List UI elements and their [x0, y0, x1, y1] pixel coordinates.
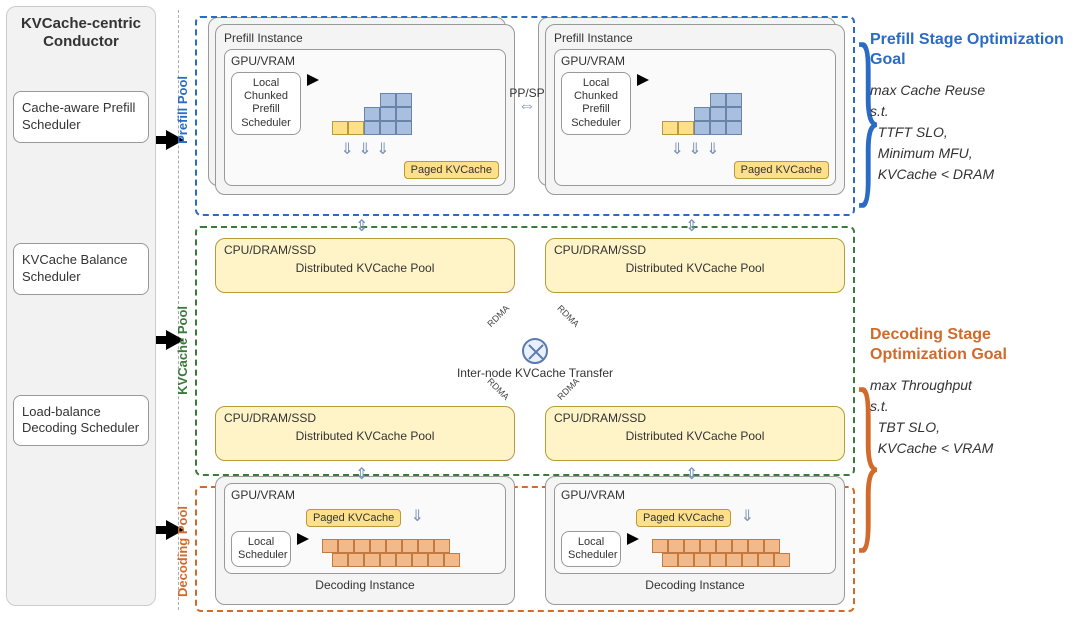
goal-line: TBT SLO,	[870, 417, 1070, 438]
prefill-instance-title: Prefill Instance	[554, 31, 836, 45]
decoding-instance-1: GPU/VRAM Paged KVCache ⇓ Local Scheduler…	[215, 476, 515, 605]
decoding-goal-title: Decoding Stage Optimization Goal	[870, 325, 1070, 365]
local-chunked-prefill-scheduler: Local Chunked Prefill Scheduler	[561, 72, 631, 135]
pp-sp-link: PP/SP ⇔	[507, 86, 547, 111]
arrow-icon	[297, 533, 309, 545]
prefill-instance-title: Prefill Instance	[224, 31, 506, 45]
gpu-vram-box: GPU/VRAM Local Chunked Prefill Scheduler…	[224, 49, 506, 186]
gpu-label: GPU/VRAM	[231, 54, 499, 68]
prefill-goal-title: Prefill Stage Optimization Goal	[870, 30, 1070, 70]
prefill-instance-1: Prefill Instance GPU/VRAM Local Chunked …	[215, 24, 515, 195]
distributed-kvcache-pool: CPU/DRAM/SSD Distributed KVCache Pool	[215, 238, 515, 293]
dist-pool-name: Distributed KVCache Pool	[224, 261, 506, 275]
paged-kvcache: Paged KVCache	[734, 161, 829, 179]
cache-aware-prefill-scheduler: Cache-aware Prefill Scheduler	[13, 91, 149, 143]
gpu-vram-box: GPU/VRAM Paged KVCache ⇓ Local Scheduler	[224, 483, 506, 574]
arrow-icon	[637, 74, 649, 86]
paged-kvcache: Paged KVCache	[404, 161, 499, 179]
tier-label: CPU/DRAM/SSD	[224, 411, 506, 425]
prefill-instance-2: Prefill Instance GPU/VRAM Local Chunked …	[545, 24, 845, 195]
updown-arrow-icon: ⇕	[355, 216, 368, 236]
gpu-vram-box: GPU/VRAM Local Chunked Prefill Scheduler…	[554, 49, 836, 186]
decoding-goal-body: max Throughput s.t. TBT SLO, KVCache < V…	[870, 375, 1070, 459]
gpu-label: GPU/VRAM	[561, 488, 829, 502]
internode-label: Inter-node KVCache Transfer	[455, 366, 615, 380]
goal-line: TTFT SLO,	[870, 122, 1070, 143]
local-chunked-prefill-scheduler: Local Chunked Prefill Scheduler	[231, 72, 301, 135]
paged-kvcache: Paged KVCache	[306, 509, 401, 527]
arrow-icon	[627, 533, 639, 545]
tier-label: CPU/DRAM/SSD	[554, 243, 836, 257]
decoding-instance-2: GPU/VRAM Paged KVCache ⇓ Local Scheduler…	[545, 476, 845, 605]
tier-label: CPU/DRAM/SSD	[554, 411, 836, 425]
gpu-label: GPU/VRAM	[561, 54, 829, 68]
decode-blocks-icon	[652, 539, 790, 567]
decoding-goal: Decoding Stage Optimization Goal max Thr…	[870, 325, 1070, 459]
distributed-kvcache-pool: CPU/DRAM/SSD Distributed KVCache Pool	[215, 406, 515, 461]
paged-kvcache: Paged KVCache	[636, 509, 731, 527]
prefill-pool-label: Prefill Pool	[175, 76, 190, 144]
goal-line: s.t.	[870, 101, 1070, 122]
kv-blocks-icon	[332, 93, 412, 135]
local-scheduler: Local Scheduler	[561, 531, 621, 567]
kv-blocks-icon	[662, 93, 742, 135]
kvcache-pool-label: KVCache Pool	[175, 306, 190, 395]
kvcache-balance-scheduler: KVCache Balance Scheduler	[13, 243, 149, 295]
prefill-goal-body: max Cache Reuse s.t. TTFT SLO, Minimum M…	[870, 80, 1070, 185]
transfer-hub-icon	[522, 338, 548, 364]
gpu-vram-box: GPU/VRAM Paged KVCache ⇓ Local Scheduler	[554, 483, 836, 574]
tier-label: CPU/DRAM/SSD	[224, 243, 506, 257]
goal-line: KVCache < VRAM	[870, 438, 1070, 459]
goal-line: KVCache < DRAM	[870, 164, 1070, 185]
internode-transfer: Inter-node KVCache Transfer	[495, 338, 575, 380]
conductor-panel: KVCache-centric Conductor Cache-aware Pr…	[6, 6, 156, 606]
local-scheduler: Local Scheduler	[231, 531, 291, 567]
goal-line: s.t.	[870, 396, 1070, 417]
dist-pool-name: Distributed KVCache Pool	[554, 261, 836, 275]
prefill-goal: Prefill Stage Optimization Goal max Cach…	[870, 30, 1070, 185]
main-diagram: Prefill Pool KVCache Pool Decoding Pool …	[195, 6, 855, 612]
decoding-instance-title: Decoding Instance	[224, 578, 506, 592]
gpu-label: GPU/VRAM	[231, 488, 499, 502]
decoding-pool-label: Decoding Pool	[175, 506, 190, 597]
distributed-kvcache-pool: CPU/DRAM/SSD Distributed KVCache Pool	[545, 406, 845, 461]
updown-arrow-icon: ⇕	[685, 464, 698, 484]
decode-blocks-icon	[322, 539, 460, 567]
arrow-icon	[307, 74, 319, 86]
dist-pool-name: Distributed KVCache Pool	[224, 429, 506, 443]
distributed-kvcache-pool: CPU/DRAM/SSD Distributed KVCache Pool	[545, 238, 845, 293]
dist-pool-name: Distributed KVCache Pool	[554, 429, 836, 443]
goal-line: Minimum MFU,	[870, 143, 1070, 164]
load-balance-decoding-scheduler: Load-balance Decoding Scheduler	[13, 395, 149, 447]
double-arrow-icon: ⇔	[507, 100, 547, 111]
decoding-instance-title: Decoding Instance	[554, 578, 836, 592]
updown-arrow-icon: ⇕	[355, 464, 368, 484]
updown-arrow-icon: ⇕	[685, 216, 698, 236]
goal-line: max Throughput	[870, 375, 1070, 396]
goals-column: Prefill Stage Optimization Goal max Cach…	[870, 30, 1070, 599]
conductor-title: KVCache-centric Conductor	[13, 15, 149, 51]
goal-line: max Cache Reuse	[870, 80, 1070, 101]
